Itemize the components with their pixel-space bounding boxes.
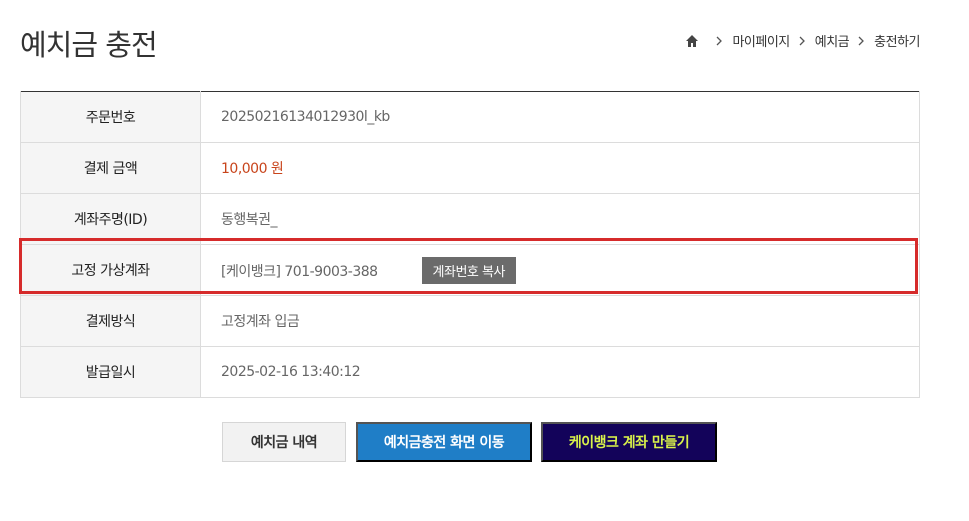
table-row: 결제방식 고정계좌 입금 (20, 295, 920, 347)
payment-method-value: 고정계좌 입금 (200, 295, 920, 347)
amount-value: 10,000 원 (221, 161, 284, 177)
deposit-history-button[interactable]: 예치금 내역 (222, 422, 346, 462)
table-row: 주문번호 20250216134012930l_kb (20, 91, 920, 143)
virtual-account-value: [케이뱅크] 701-9003-388 (221, 263, 378, 280)
payment-method-label: 결제방식 (20, 295, 201, 347)
chevron-right-icon (799, 36, 806, 46)
account-holder-label: 계좌주명(ID) (20, 193, 201, 245)
home-icon[interactable] (685, 34, 699, 48)
amount-label: 결제 금액 (20, 142, 201, 194)
breadcrumb-charge[interactable]: 충전하기 (874, 31, 920, 50)
go-charge-button[interactable]: 예치금충전 화면 이동 (356, 422, 532, 462)
breadcrumb-mypage[interactable]: 마이페이지 (732, 31, 790, 50)
issued-at-value: 2025-02-16 13:40:12 (200, 346, 920, 398)
order-number-label: 주문번호 (20, 91, 201, 143)
order-number-value: 20250216134012930l_kb (200, 91, 920, 143)
issued-at-label: 발급일시 (20, 346, 201, 398)
table-row: 발급일시 2025-02-16 13:40:12 (20, 346, 920, 398)
virtual-account-label: 고정 가상계좌 (20, 244, 201, 296)
chevron-right-icon (716, 36, 723, 46)
chevron-right-icon (858, 36, 865, 46)
account-holder-value: 동행복권_ (200, 193, 920, 245)
table-row: 계좌주명(ID) 동행복권_ (20, 193, 920, 245)
breadcrumb: 마이페이지 예치금 충전하기 (685, 31, 920, 50)
breadcrumb-deposit[interactable]: 예치금 (815, 31, 850, 50)
action-buttons: 예치금 내역 예치금충전 화면 이동 케이뱅크 계좌 만들기 (0, 422, 969, 462)
create-kbank-account-button[interactable]: 케이뱅크 계좌 만들기 (541, 422, 717, 462)
table-row: 고정 가상계좌 [케이뱅크] 701-9003-388 계좌번호 복사 (20, 244, 920, 296)
page-title: 예치금 충전 (20, 28, 158, 62)
table-row: 결제 금액 10,000 원 (20, 142, 920, 194)
charge-info-table: 주문번호 20250216134012930l_kb 결제 금액 10,000 … (20, 91, 920, 398)
copy-account-button[interactable]: 계좌번호 복사 (421, 256, 516, 284)
